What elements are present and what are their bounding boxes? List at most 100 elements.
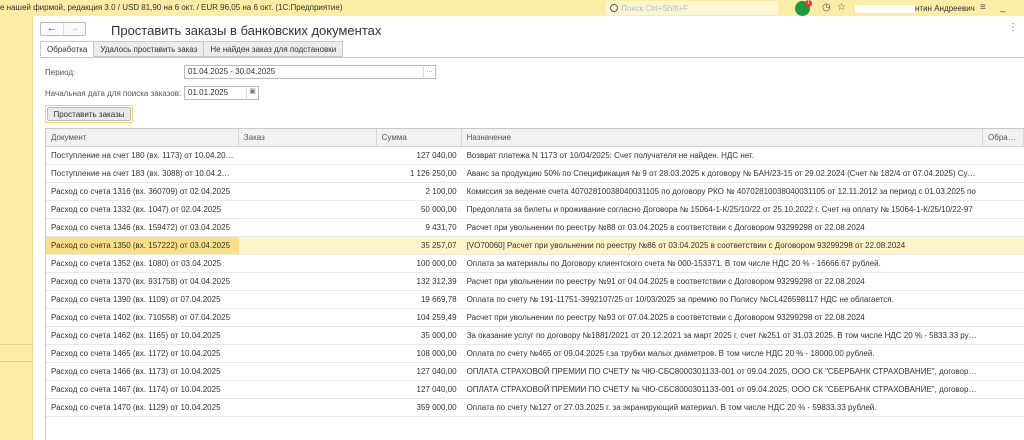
cell-sum[interactable]: 127 040,00 — [377, 381, 462, 398]
cell-sum[interactable]: 132 312,39 — [377, 273, 462, 290]
cell-order[interactable] — [239, 291, 377, 308]
period-field[interactable]: 01.04.2025 - 30.04.2025 ... — [184, 65, 436, 79]
cell-purpose[interactable]: [VO70060] Расчет при увольнении по реест… — [462, 237, 983, 254]
minimize-icon[interactable]: _ — [1000, 2, 1006, 13]
cell-purpose[interactable]: ОПЛАТА СТРАХОВОЙ ПРЕМИИ ПО СЧЕТУ № ЧЮ-СБ… — [462, 363, 983, 380]
cell-sum[interactable]: 127 040,00 — [377, 147, 462, 164]
cell-document[interactable]: Расход со счета 1390 (вх. 1109) от 07.04… — [46, 291, 239, 308]
cell-sum[interactable]: 359 000,00 — [377, 399, 462, 416]
cell-order[interactable] — [239, 363, 377, 380]
cell-document[interactable]: Поступление на счет 180 (вх. 1173) от 10… — [46, 147, 239, 164]
cell-document[interactable]: Расход со счета 1466 (вх. 1173) от 10.04… — [46, 363, 239, 380]
cell-purpose[interactable]: Расчет при увольнении по реестру №91 от … — [462, 273, 983, 290]
cell-order[interactable] — [239, 327, 377, 344]
favorites-star-icon[interactable]: ☆ — [837, 2, 846, 13]
cell-purpose[interactable]: Оплата по счету №465 от 09.04.2025 г.за … — [462, 345, 983, 362]
table-row[interactable]: Расход со счета 1462 (вх. 1165) от 10.04… — [46, 327, 1024, 345]
cell-processed[interactable] — [983, 255, 1024, 272]
calendar-icon[interactable]: ▣ — [246, 87, 258, 99]
cell-document[interactable]: Расход со счета 1346 (вх. 159472) от 03.… — [46, 219, 239, 236]
table-row[interactable]: Расход со счета 1470 (вх. 1129) от 10.04… — [46, 399, 1024, 417]
cell-purpose[interactable]: За оказание услуг по договору №1881/2021… — [462, 327, 983, 344]
table-row[interactable]: Расход со счета 1467 (вх. 1174) от 10.04… — [46, 381, 1024, 399]
cell-purpose[interactable]: Предоплата за билеты и проживание соглас… — [462, 201, 983, 218]
cell-processed[interactable] — [983, 345, 1024, 362]
cell-purpose[interactable]: Расчет при увольнении по реестру №88 от … — [462, 219, 983, 236]
table-row[interactable]: Расход со счета 1332 (вх. 1047) от 02.04… — [46, 201, 1024, 219]
cell-processed[interactable] — [983, 327, 1024, 344]
column-header-document[interactable]: Документ — [46, 129, 239, 146]
cell-sum[interactable]: 100 000,00 — [377, 255, 462, 272]
tab-processing[interactable]: Обработка — [40, 41, 95, 57]
set-orders-button[interactable]: Проставить заказы — [45, 105, 133, 123]
cell-purpose[interactable]: ОПЛАТА СТРАХОВОЙ ПРЕМИИ ПО СЧЕТУ № ЧЮ-СБ… — [462, 381, 983, 398]
cell-processed[interactable] — [983, 309, 1024, 326]
cell-document[interactable]: Расход со счета 1462 (вх. 1165) от 10.04… — [46, 327, 239, 344]
table-row[interactable]: Поступление на счет 180 (вх. 1173) от 10… — [46, 147, 1024, 165]
cell-sum[interactable]: 1 126 250,00 — [377, 165, 462, 182]
cell-sum[interactable]: 104 259,49 — [377, 309, 462, 326]
table-row[interactable]: Расход со счета 1370 (вх. 931758) от 04.… — [46, 273, 1024, 291]
cell-order[interactable] — [239, 201, 377, 218]
cell-processed[interactable] — [983, 147, 1024, 164]
cell-purpose[interactable]: Возврат платежа N 1173 от 10/04/2025: Сч… — [462, 147, 983, 164]
column-header-processed[interactable]: Обработа — [983, 129, 1024, 146]
cell-order[interactable] — [239, 309, 377, 326]
cell-sum[interactable]: 2 100,00 — [377, 183, 462, 200]
cell-purpose[interactable]: Оплата по счету № 191-11751-3992107/25 о… — [462, 291, 983, 308]
cell-sum[interactable]: 127 040,00 — [377, 363, 462, 380]
tab-order-not-found[interactable]: Не найден заказ для подстановки — [203, 41, 344, 57]
table-row[interactable]: Расход со счета 1350 (вх. 157222) от 03.… — [46, 237, 1024, 255]
cell-document[interactable]: Расход со счета 1370 (вх. 931758) от 04.… — [46, 273, 239, 290]
table-row[interactable]: Расход со счета 1466 (вх. 1173) от 10.04… — [46, 363, 1024, 381]
column-header-sum[interactable]: Сумма — [377, 129, 462, 146]
cell-order[interactable] — [239, 345, 377, 362]
current-user[interactable]: нтин Андреевич — [855, 4, 975, 13]
forward-button[interactable]: → — [62, 23, 86, 35]
cell-processed[interactable] — [983, 291, 1024, 308]
cell-document[interactable]: Расход со счета 1470 (вх. 1129) от 10.04… — [46, 399, 239, 416]
history-icon[interactable]: ◷ — [822, 2, 831, 13]
table-row[interactable]: Расход со счета 1316 (вх. 360709) от 02.… — [46, 183, 1024, 201]
cell-processed[interactable] — [983, 201, 1024, 218]
cell-purpose[interactable]: Комиссия за ведение счета 40702810038040… — [462, 183, 983, 200]
cell-processed[interactable] — [983, 273, 1024, 290]
table-row[interactable]: Поступление на счет 183 (вх. 3088) от 10… — [46, 165, 1024, 183]
cell-document[interactable]: Расход со счета 1350 (вх. 157222) от 03.… — [46, 237, 239, 254]
cell-sum[interactable]: 19 669,78 — [377, 291, 462, 308]
table-row[interactable]: Расход со счета 1402 (вх. 710558) от 07.… — [46, 309, 1024, 327]
cell-order[interactable] — [239, 237, 377, 254]
cell-order[interactable] — [239, 183, 377, 200]
column-header-order[interactable]: Заказ — [239, 129, 377, 146]
cell-processed[interactable] — [983, 237, 1024, 254]
cell-processed[interactable] — [983, 399, 1024, 416]
cell-sum[interactable]: 35 257,07 — [377, 237, 462, 254]
back-button[interactable]: ← — [41, 23, 63, 35]
cell-order[interactable] — [239, 219, 377, 236]
cell-processed[interactable] — [983, 381, 1024, 398]
cell-sum[interactable]: 9 431,70 — [377, 219, 462, 236]
cell-order[interactable] — [239, 273, 377, 290]
cell-purpose[interactable]: Оплата за материалы по Договору клиентск… — [462, 255, 983, 272]
start-date-field[interactable]: 01.01.2025 ▣ — [184, 86, 259, 100]
cell-order[interactable] — [239, 147, 377, 164]
cell-document[interactable]: Расход со счета 1402 (вх. 710558) от 07.… — [46, 309, 239, 326]
cell-processed[interactable] — [983, 219, 1024, 236]
cell-document[interactable]: Расход со счета 1467 (вх. 1174) от 10.04… — [46, 381, 239, 398]
table-row[interactable]: Расход со счета 1352 (вх. 1080) от 03.04… — [46, 255, 1024, 273]
menu-filter-icon[interactable]: ≡ — [980, 2, 986, 13]
cell-order[interactable] — [239, 255, 377, 272]
cell-processed[interactable] — [983, 183, 1024, 200]
table-row[interactable]: Расход со счета 1465 (вх. 1172) от 10.04… — [46, 345, 1024, 363]
more-actions-icon[interactable]: ⋮ — [1008, 22, 1018, 33]
cell-document[interactable]: Расход со счета 1352 (вх. 1080) от 03.04… — [46, 255, 239, 272]
cell-sum[interactable]: 108 000,00 — [377, 345, 462, 362]
cell-purpose[interactable]: Расчет при увольнении по реестру №93 от … — [462, 309, 983, 326]
cell-purpose[interactable]: Аванс за продукцию 50% по Спецификация №… — [462, 165, 983, 182]
cell-order[interactable] — [239, 165, 377, 182]
cell-sum[interactable]: 50 000,00 — [377, 201, 462, 218]
cell-document[interactable]: Поступление на счет 183 (вх. 3088) от 10… — [46, 165, 239, 182]
table-row[interactable]: Расход со счета 1346 (вх. 159472) от 03.… — [46, 219, 1024, 237]
cell-order[interactable] — [239, 381, 377, 398]
column-header-purpose[interactable]: Назначение — [462, 129, 984, 146]
